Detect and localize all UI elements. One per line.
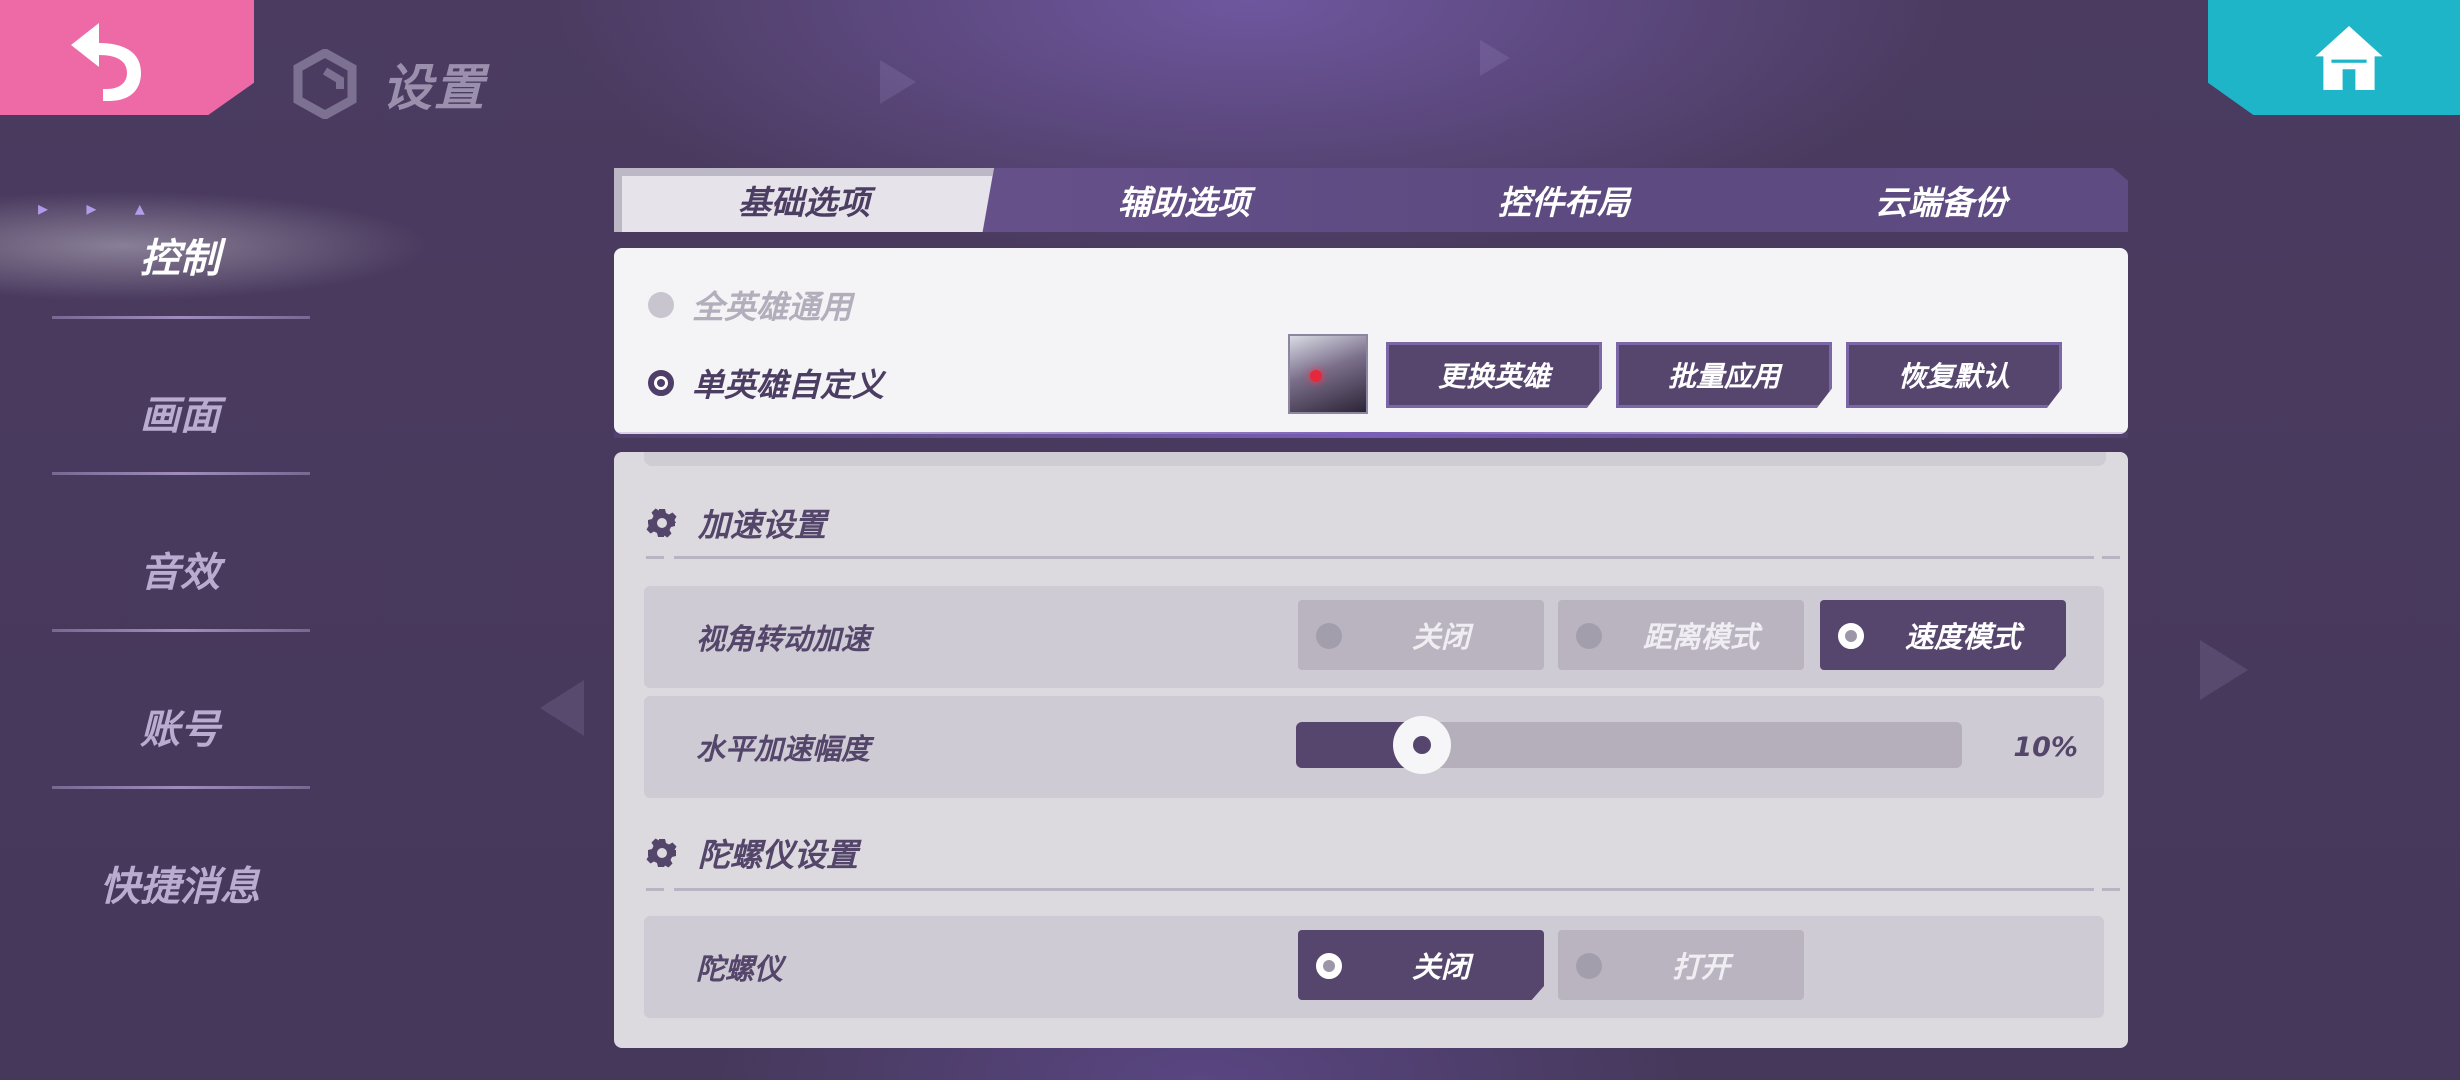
settings-panel: 加速设置 视角转动加速 关闭 距离模式 速度模式 水平加速幅度 10% 陀螺仪设… <box>614 452 2128 1048</box>
radio-all-heroes[interactable]: 全英雄通用 <box>648 282 852 328</box>
batch-apply-button[interactable]: 批量应用 <box>1616 342 1832 408</box>
section-gyro-header: 陀螺仪设置 <box>646 830 858 876</box>
section-title: 加速设置 <box>698 506 827 544</box>
option-label: 距离模式 <box>1642 620 1759 654</box>
tab-control-layout[interactable]: 控件布局 <box>1374 168 1754 232</box>
back-arrow-icon <box>71 22 141 101</box>
sidebar-divider <box>52 472 310 475</box>
slider-value: 10% <box>2013 731 2078 763</box>
radio-on-icon <box>1316 953 1342 979</box>
restore-default-button[interactable]: 恢复默认 <box>1846 342 2062 408</box>
sidebar-item-label: 快捷消息 <box>100 863 260 910</box>
bg-triangle <box>2200 640 2248 700</box>
section-divider <box>646 556 2120 559</box>
slider-handle[interactable] <box>1393 716 1451 774</box>
sidebar-divider <box>52 629 310 632</box>
bg-triangle <box>1480 40 1510 76</box>
sidebar-divider <box>52 316 310 319</box>
section-accel-header: 加速设置 <box>646 500 826 546</box>
option-view-accel-off[interactable]: 关闭 <box>1298 600 1544 670</box>
section-title: 陀螺仪设置 <box>698 836 859 874</box>
gear-icon <box>646 838 677 868</box>
option-label: 打开 <box>1671 950 1730 984</box>
radio-off-icon <box>648 292 674 318</box>
bg-triangle <box>880 60 916 104</box>
section-divider <box>646 888 2120 891</box>
radio-single-hero[interactable]: 单英雄自定义 <box>648 360 884 406</box>
option-gyro-on[interactable]: 打开 <box>1558 930 1804 1000</box>
tab-cloud-backup[interactable]: 云端备份 <box>1754 168 2128 232</box>
sidebar-divider <box>52 786 310 789</box>
sidebar-item-display[interactable]: 画面 <box>0 333 320 490</box>
gear-icon <box>646 508 677 538</box>
sidebar: 控制 画面 音效 账号 快捷消息 <box>0 176 430 961</box>
sidebar-item-quick-messages[interactable]: 快捷消息 <box>0 804 320 961</box>
setting-label: 陀螺仪 <box>696 952 784 986</box>
sidebar-item-account[interactable]: 账号 <box>0 647 320 804</box>
page-title: 设置 <box>382 59 486 117</box>
hero-avatar[interactable] <box>1288 334 1368 414</box>
option-gyro-off[interactable]: 关闭 <box>1298 930 1544 1000</box>
tab-basic-options[interactable]: 基础选项 <box>614 168 994 232</box>
sidebar-item-label: 账号 <box>140 706 220 753</box>
radio-off-icon <box>1316 623 1342 649</box>
panel-top-strip <box>644 452 2106 466</box>
radio-label: 全英雄通用 <box>692 288 853 326</box>
setting-row-horizontal-accel: 水平加速幅度 10% <box>644 696 2104 798</box>
horizontal-accel-slider[interactable] <box>1296 716 1962 774</box>
sidebar-item-control[interactable]: 控制 <box>0 176 430 333</box>
home-button[interactable] <box>2208 0 2460 115</box>
option-view-accel-speed[interactable]: 速度模式 <box>1820 600 2066 670</box>
radio-off-icon <box>1576 953 1602 979</box>
sidebar-item-label: 音效 <box>140 549 220 596</box>
sidebar-item-label: 控制 <box>140 235 220 282</box>
option-label: 关闭 <box>1411 950 1470 984</box>
tab-bar: 基础选项 辅助选项 控件布局 云端备份 <box>614 168 2128 232</box>
sidebar-item-label: 画面 <box>140 392 220 439</box>
sidebar-item-audio[interactable]: 音效 <box>0 490 320 647</box>
radio-label: 单英雄自定义 <box>692 366 885 404</box>
bg-triangle <box>540 680 584 736</box>
settings-logo-icon <box>293 49 357 119</box>
back-button[interactable] <box>0 0 254 115</box>
home-icon <box>2315 25 2383 90</box>
setting-label: 视角转动加速 <box>696 622 871 656</box>
setting-row-view-accel: 视角转动加速 关闭 距离模式 速度模式 <box>644 586 2104 688</box>
hero-config-panel: 全英雄通用 单英雄自定义 更换英雄 批量应用 恢复默认 <box>614 248 2128 438</box>
page-header: 设置 <box>290 48 486 120</box>
tab-assist-options[interactable]: 辅助选项 <box>994 168 1374 232</box>
option-view-accel-distance[interactable]: 距离模式 <box>1558 600 1804 670</box>
change-hero-button[interactable]: 更换英雄 <box>1386 342 1602 408</box>
option-label: 关闭 <box>1411 620 1470 654</box>
radio-on-icon <box>1838 623 1864 649</box>
setting-row-gyro: 陀螺仪 关闭 打开 <box>644 916 2104 1018</box>
radio-off-icon <box>1576 623 1602 649</box>
option-label: 速度模式 <box>1904 620 2021 654</box>
radio-on-icon <box>648 370 674 396</box>
setting-label: 水平加速幅度 <box>696 732 871 766</box>
